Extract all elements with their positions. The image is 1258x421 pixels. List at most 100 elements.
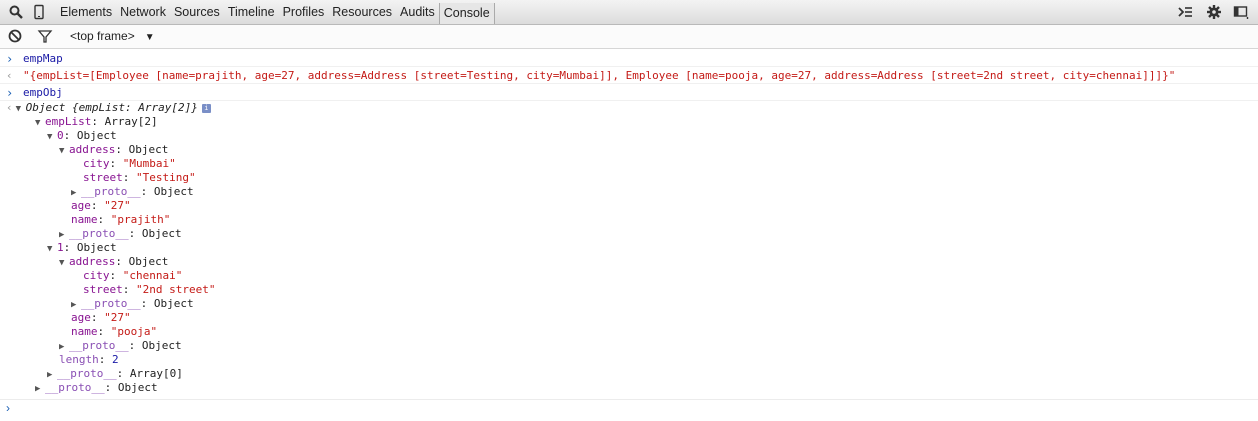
result-arrow-icon: ‹ xyxy=(6,69,13,82)
tab-elements[interactable]: Elements xyxy=(56,0,116,25)
tree-leaf-name: name: "pooja" xyxy=(71,325,158,338)
property-value: Object xyxy=(153,297,194,310)
tree-node-proto[interactable]: ▶ __proto__: Object xyxy=(59,339,182,353)
property-key: name xyxy=(71,325,98,338)
property-key: age xyxy=(71,311,91,324)
expanded-triangle-icon[interactable]: ▼ xyxy=(47,242,57,256)
expanded-triangle-icon[interactable]: ▼ xyxy=(59,144,69,158)
object-root[interactable]: ‹ ▼ Object {empList: Array[2]} i xyxy=(6,101,211,115)
panel-tabs: Elements Network Sources Timeline Profil… xyxy=(56,0,495,25)
info-icon[interactable]: i xyxy=(201,103,211,113)
property-value: Object xyxy=(141,339,182,352)
console-result-line: ‹ "{empList=[Employee [name=prajith, age… xyxy=(0,69,1258,84)
result-arrow-icon: ‹ xyxy=(6,101,13,114)
tab-sources[interactable]: Sources xyxy=(170,0,224,25)
tree-node-address[interactable]: ▼ address: Object xyxy=(59,255,168,269)
property-key: __proto__ xyxy=(69,227,129,240)
expanded-triangle-icon[interactable]: ▼ xyxy=(47,130,57,144)
expanded-triangle-icon[interactable]: ▼ xyxy=(59,256,69,270)
execute-icon[interactable] xyxy=(1177,4,1193,20)
property-key: __proto__ xyxy=(81,185,141,198)
collapsed-triangle-icon[interactable]: ▶ xyxy=(71,298,81,312)
tree-node-proto[interactable]: ▶ __proto__: Object xyxy=(71,185,194,199)
collapsed-triangle-icon[interactable]: ▶ xyxy=(59,340,69,354)
search-icon[interactable] xyxy=(8,4,24,20)
property-key: empList xyxy=(45,115,92,128)
tree-leaf-city: city: "chennai" xyxy=(83,269,183,282)
tab-resources[interactable]: Resources xyxy=(328,0,396,25)
settings-icon[interactable] xyxy=(1206,4,1222,20)
property-value: "27" xyxy=(104,311,131,324)
tree-node-address[interactable]: ▼ address: Object xyxy=(59,143,168,157)
property-value: Object xyxy=(76,129,117,142)
dock-icon[interactable] xyxy=(1233,4,1249,20)
tree-node-root-proto[interactable]: ▶ __proto__: Object xyxy=(35,381,158,395)
property-key: street xyxy=(83,283,123,296)
tree-leaf-length: length: 2 xyxy=(59,353,119,366)
property-key: age xyxy=(71,199,91,212)
tree-leaf-age: age: "27" xyxy=(71,199,131,212)
tree-node-proto[interactable]: ▶ __proto__: Object xyxy=(59,227,182,241)
object-preview: Object {empList: Array[2]} xyxy=(25,101,198,114)
tree-node-item-1[interactable]: ▼ 1: Object xyxy=(47,241,117,255)
tab-profiles[interactable]: Profiles xyxy=(279,0,329,25)
property-key: address xyxy=(69,143,116,156)
property-key: address xyxy=(69,255,116,268)
result-string: "{empList=[Employee [name=prajith, age=2… xyxy=(23,69,1176,82)
property-key: city xyxy=(83,269,110,282)
collapsed-triangle-icon[interactable]: ▶ xyxy=(71,186,81,200)
tab-timeline[interactable]: Timeline xyxy=(224,0,279,25)
property-value: Object xyxy=(153,185,194,198)
filter-icon[interactable] xyxy=(37,28,53,44)
console-input-line: › empMap xyxy=(0,52,1258,67)
property-value: Object xyxy=(76,241,117,254)
device-icon[interactable] xyxy=(31,4,47,20)
property-key: city xyxy=(83,157,110,170)
devtools-toolbar: Elements Network Sources Timeline Profil… xyxy=(0,0,1258,25)
expanded-triangle-icon[interactable]: ▼ xyxy=(16,102,26,116)
property-value: Object xyxy=(128,143,169,156)
property-value: "pooja" xyxy=(110,325,158,338)
tab-audits[interactable]: Audits xyxy=(396,0,439,25)
prompt-chevron-icon: › xyxy=(6,52,14,66)
collapsed-triangle-icon[interactable]: ▶ xyxy=(47,368,57,382)
property-key: 0 xyxy=(57,129,64,142)
console-prompt-input[interactable]: › xyxy=(6,401,10,415)
property-key: __proto__ xyxy=(69,339,129,352)
collapsed-triangle-icon[interactable]: ▶ xyxy=(59,228,69,242)
tree-node-array-proto[interactable]: ▶ __proto__: Array[0] xyxy=(47,367,183,381)
property-value: 2 xyxy=(112,353,119,366)
collapsed-triangle-icon[interactable]: ▶ xyxy=(35,382,45,396)
expanded-triangle-icon[interactable]: ▼ xyxy=(35,116,45,130)
tree-node-emplist[interactable]: ▼ empList: Array[2] xyxy=(35,115,158,129)
tree-leaf-age: age: "27" xyxy=(71,311,131,324)
property-value: "2nd street" xyxy=(136,283,216,296)
tree-node-proto[interactable]: ▶ __proto__: Object xyxy=(71,297,194,311)
property-value: "Testing" xyxy=(136,171,196,184)
tab-console[interactable]: Console xyxy=(438,2,495,24)
clear-console-icon[interactable] xyxy=(7,28,23,44)
property-key: __proto__ xyxy=(45,381,105,394)
property-value: Object xyxy=(128,255,169,268)
tree-leaf-street: street: "Testing" xyxy=(83,171,196,184)
property-value: Object xyxy=(141,227,182,240)
prompt-chevron-icon: › xyxy=(6,86,14,100)
property-value: "prajith" xyxy=(110,213,171,226)
tree-leaf-street: street: "2nd street" xyxy=(83,283,216,296)
property-key: 1 xyxy=(57,241,64,254)
frame-selector-label: <top frame> xyxy=(70,29,135,43)
tree-node-item-0[interactable]: ▼ 0: Object xyxy=(47,129,117,143)
property-value: Object xyxy=(117,381,158,394)
tab-network[interactable]: Network xyxy=(116,0,170,25)
property-value: "chennai" xyxy=(122,269,183,282)
property-key: __proto__ xyxy=(81,297,141,310)
property-key: length xyxy=(59,353,99,366)
console-input-line: › empObj xyxy=(0,86,1258,101)
tree-leaf-city: city: "Mumbai" xyxy=(83,157,176,170)
command-text: empMap xyxy=(23,52,63,65)
property-value: "27" xyxy=(104,199,131,212)
frame-selector[interactable]: <top frame> ▼ xyxy=(70,29,155,43)
frame-caret-icon: ▼ xyxy=(144,32,155,43)
property-key: name xyxy=(71,213,98,226)
property-value: "Mumbai" xyxy=(122,157,176,170)
